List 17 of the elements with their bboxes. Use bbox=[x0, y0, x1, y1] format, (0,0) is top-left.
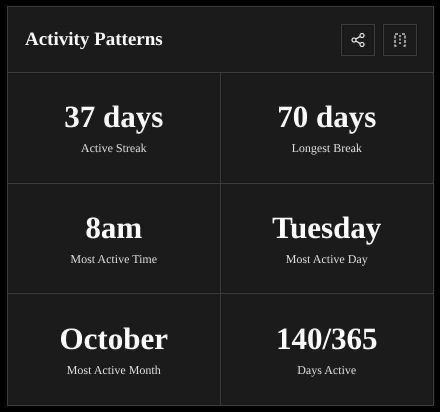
stat-value: 70 days bbox=[277, 99, 376, 136]
stat-label: Longest Break bbox=[292, 141, 362, 156]
split-view-icon bbox=[392, 32, 408, 48]
stat-label: Most Active Day bbox=[286, 252, 368, 267]
stat-value: 37 days bbox=[64, 99, 164, 136]
share-icon bbox=[350, 32, 366, 48]
stat-value: 140/365 bbox=[276, 321, 378, 358]
stat-label: Most Active Time bbox=[70, 252, 158, 267]
share-button[interactable] bbox=[341, 24, 375, 56]
stat-label: Days Active bbox=[297, 363, 356, 378]
stat-value: Tuesday bbox=[272, 210, 382, 246]
stat-value: October bbox=[60, 321, 168, 358]
card-title: Activity Patterns bbox=[25, 28, 163, 50]
stat-label: Most Active Month bbox=[66, 363, 161, 378]
split-view-button[interactable] bbox=[383, 24, 417, 56]
stat-value: 8am bbox=[85, 210, 142, 246]
stat-label: Active Streak bbox=[80, 141, 147, 156]
